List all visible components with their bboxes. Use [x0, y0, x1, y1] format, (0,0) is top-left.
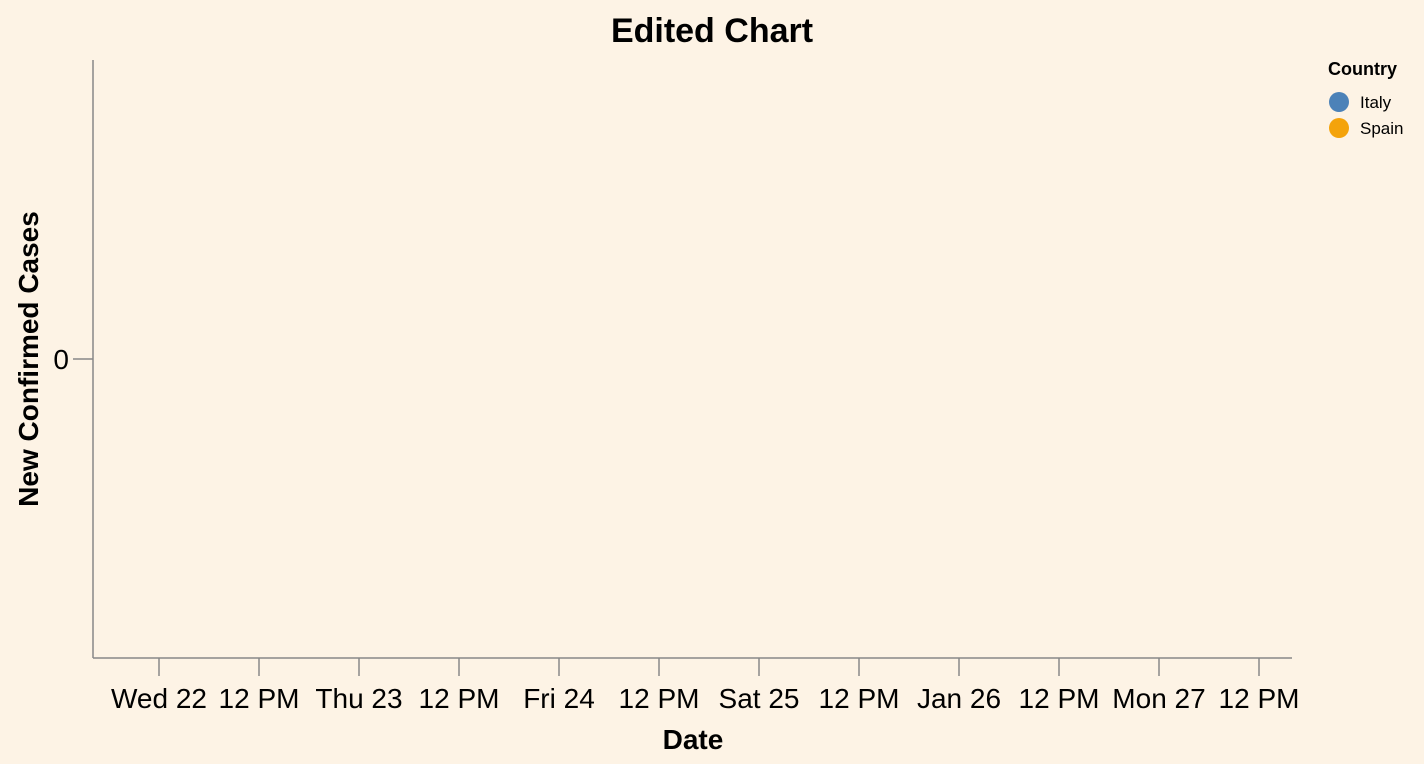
x-tick-label: 12 PM — [619, 683, 700, 714]
y-tick-label: 0 — [53, 344, 69, 375]
x-axis-ticks: Wed 22 12 PM Thu 23 12 PM Fri 24 12 PM Sat 25 1… — [111, 658, 1299, 714]
plot-area: 0 Wed 22 12 PM Thu 23 12 PM Fri 24 12 PM Sat 2… — [53, 60, 1299, 714]
chart-title: Edited Chart — [611, 12, 813, 50]
x-tick-label: Mon 27 — [1112, 683, 1205, 714]
legend-entries: Italy Spain — [1329, 92, 1403, 138]
x-tick-label: 12 PM — [819, 683, 900, 714]
x-tick-label: 12 PM — [419, 683, 500, 714]
x-tick-label: Sat 25 — [719, 683, 800, 714]
legend: Country Italy Spain — [1328, 59, 1403, 138]
y-axis-title: New Confirmed Cases — [13, 211, 44, 507]
legend-swatch-spain — [1329, 118, 1349, 138]
legend-label-spain: Spain — [1360, 119, 1403, 138]
x-tick-label: Thu 23 — [315, 683, 402, 714]
x-tick-label: 12 PM — [1219, 683, 1300, 714]
y-axis-ticks: 0 — [53, 344, 93, 375]
x-tick-label: 12 PM — [219, 683, 300, 714]
x-tick-label: Wed 22 — [111, 683, 207, 714]
chart: Edited Chart 0 Wed 22 12 PM Thu 23 12 PM Fri… — [13, 12, 1403, 755]
x-tick-label: Jan 26 — [917, 683, 1001, 714]
x-axis-title: Date — [663, 724, 724, 755]
legend-label-italy: Italy — [1360, 93, 1392, 112]
legend-swatch-italy — [1329, 92, 1349, 112]
legend-title: Country — [1328, 59, 1397, 79]
x-tick-label: Fri 24 — [523, 683, 595, 714]
x-tick-label: 12 PM — [1019, 683, 1100, 714]
